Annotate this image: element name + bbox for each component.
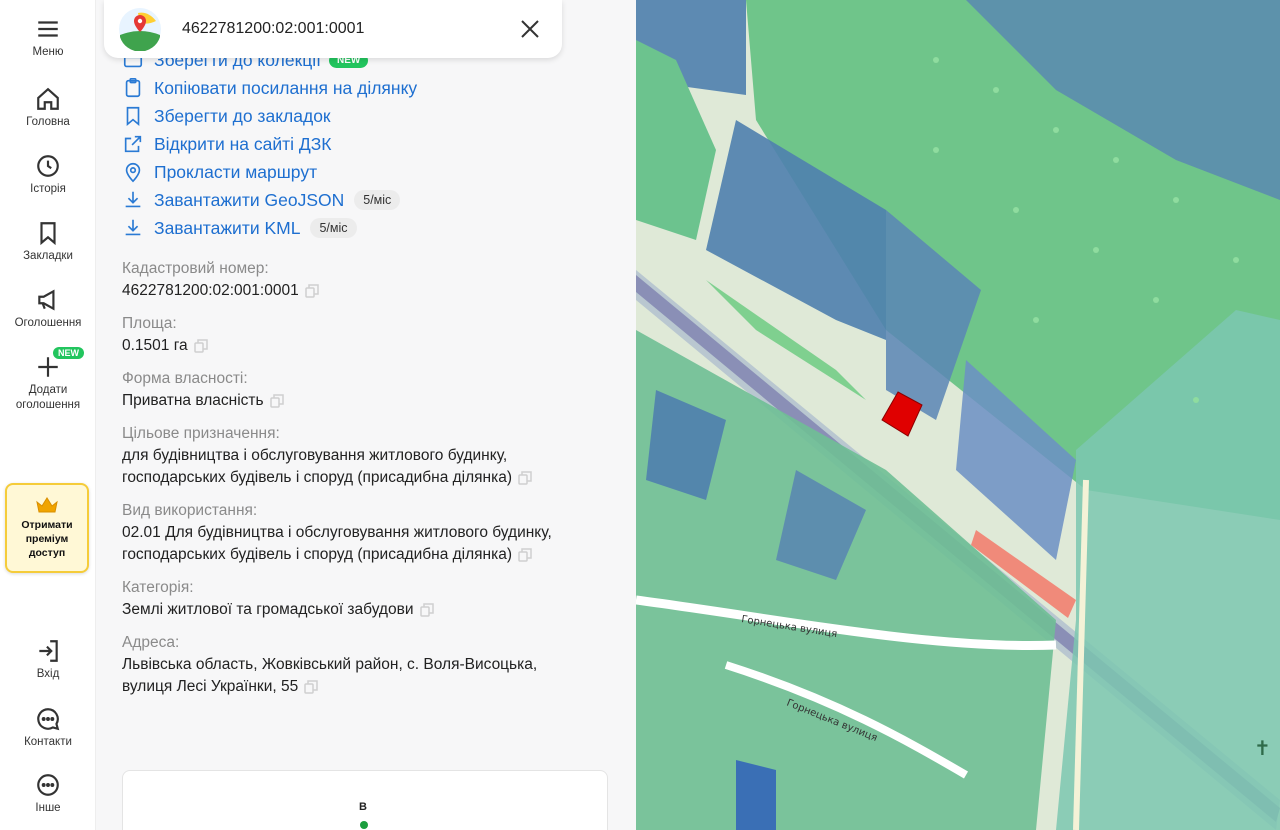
- purpose-label: Цільове призначення:: [122, 425, 280, 442]
- cadastral-map[interactable]: ✝ Горнецька вулиця Горнецька вулиця: [636, 0, 1280, 830]
- address-value-line2: вулиця Лесі Українки, 55: [122, 678, 299, 695]
- crown-icon: [36, 497, 58, 513]
- open-dzk-action[interactable]: Відкрити на сайті ДЗК: [122, 130, 417, 158]
- category-value: Землі житлової та громадської забудови: [122, 601, 414, 618]
- purpose-value-line2: господарських будівель і споруд (присади…: [122, 469, 513, 486]
- copy-icon[interactable]: [419, 603, 434, 617]
- bookmark-icon: [126, 106, 140, 127]
- login-button[interactable]: Вхід: [0, 638, 96, 682]
- copy-icon[interactable]: [518, 471, 532, 485]
- download-kml-action[interactable]: Завантажити KML 5/міс: [122, 214, 417, 242]
- cadastral-field: Кадастровий номер: 4622781200:02:001:000…: [122, 258, 622, 302]
- category-field: Категорія: Землі житлової та громадської…: [122, 577, 622, 621]
- parcel-blue-residential-3: [736, 760, 776, 830]
- map-canvas[interactable]: ✝ Горнецька вулиця Горнецька вулиця: [636, 0, 1280, 830]
- location-pin-icon: [125, 162, 141, 183]
- download-geojson-action[interactable]: Завантажити GeoJSON 5/міс: [122, 186, 417, 214]
- home-icon: [37, 87, 59, 110]
- other-label: Інше: [35, 802, 61, 814]
- login-label: Вхід: [36, 668, 60, 680]
- copy-icon[interactable]: [304, 680, 318, 694]
- other-button[interactable]: Інше: [0, 772, 96, 816]
- copy-link-action[interactable]: Копіювати посилання на ділянку: [122, 74, 417, 102]
- compass-label: В: [359, 801, 367, 813]
- hamburger-icon: [38, 21, 58, 37]
- bookmarks-button[interactable]: Закладки: [0, 220, 96, 264]
- copy-icon[interactable]: [193, 339, 208, 353]
- usage-field: Вид використання: 02.01 Для будівництва …: [122, 500, 622, 566]
- parcel-fields: Кадастровий номер: 4622781200:02:001:000…: [122, 258, 622, 709]
- ownership-label: Форма власності:: [122, 370, 248, 387]
- chat-icon: [37, 708, 60, 731]
- copy-icon[interactable]: [304, 284, 319, 298]
- copy-icon[interactable]: [518, 548, 532, 562]
- cadastral-value: 4622781200:02:001:0001: [122, 282, 299, 299]
- address-value-line1: Львівська область, Жовківський район, с.…: [122, 656, 538, 673]
- address-label: Адреса:: [122, 634, 180, 651]
- kml-limit-badge: 5/міс: [310, 218, 357, 238]
- menu-button[interactable]: Меню: [0, 16, 96, 60]
- more-icon: [37, 774, 59, 796]
- home-label: Головна: [26, 116, 70, 128]
- geojson-limit-badge: 5/міс: [354, 190, 401, 210]
- bookmark-icon: [40, 222, 56, 246]
- search-input[interactable]: 4622781200:02:001:0001: [182, 20, 518, 38]
- clipboard-icon: [125, 78, 141, 98]
- area-value: 0.1501 га: [122, 337, 188, 354]
- download-icon: [125, 191, 141, 208]
- area-field: Площа: 0.1501 га: [122, 313, 622, 357]
- bookmarks-label: Закладки: [23, 250, 73, 262]
- premium-label: Отримати преміум доступ: [21, 519, 73, 559]
- address-field: Адреса: Львівська область, Жовківський р…: [122, 632, 622, 698]
- contacts-label: Контакти: [24, 736, 72, 748]
- add-ad-label: Додати оголошення: [15, 384, 81, 411]
- history-label: Історія: [30, 183, 66, 195]
- category-label: Категорія:: [122, 579, 194, 596]
- home-button[interactable]: Головна: [0, 86, 96, 130]
- usage-value-line2: господарських будівель і споруд (присади…: [122, 546, 513, 563]
- external-link-icon: [124, 135, 142, 153]
- church-icon: ✝: [1254, 736, 1271, 760]
- history-button[interactable]: Історія: [0, 153, 96, 197]
- new-badge: NEW: [53, 347, 84, 359]
- download-icon: [125, 219, 141, 236]
- search-bar[interactable]: 4622781200:02:001:0001: [104, 0, 562, 58]
- route-action[interactable]: Прокласти маршрут: [122, 158, 417, 186]
- ads-button[interactable]: Оголошення: [0, 287, 96, 331]
- clock-icon: [37, 155, 59, 177]
- purpose-field: Цільове призначення: для будівництва і о…: [122, 423, 622, 489]
- cadastral-label: Кадастровий номер:: [122, 260, 269, 277]
- area-label: Площа:: [122, 315, 177, 332]
- left-rail: Меню Головна Історія Закладки Оголошення…: [0, 0, 96, 830]
- megaphone-icon: [38, 289, 55, 311]
- add-ad-button[interactable]: NEW Додати оголошення: [0, 347, 96, 413]
- ownership-value: Приватна власність: [122, 392, 264, 409]
- close-icon[interactable]: [518, 17, 542, 41]
- ads-label: Оголошення: [14, 317, 82, 329]
- mini-map-preview[interactable]: В: [122, 770, 608, 830]
- action-list: Зберегти до колекції NEW Копіювати посил…: [122, 46, 417, 242]
- parcel-info-panel: Зберегти до колекції NEW Копіювати посил…: [96, 0, 636, 830]
- purpose-value-line1: для будівництва і обслуговування житлово…: [122, 447, 508, 464]
- compass-marker-icon: [360, 821, 368, 829]
- copy-icon[interactable]: [269, 394, 284, 408]
- menu-label: Меню: [32, 46, 64, 58]
- contacts-button[interactable]: Контакти: [0, 706, 96, 750]
- map-logo-icon: [119, 8, 161, 51]
- login-icon: [39, 640, 58, 662]
- save-bookmark-action[interactable]: Зберегти до закладок: [122, 102, 417, 130]
- premium-button[interactable]: Отримати преміум доступ: [5, 483, 89, 573]
- ownership-field: Форма власності: Приватна власність: [122, 368, 622, 412]
- usage-value-line1: 02.01 Для будівництва і обслуговування ж…: [122, 524, 552, 541]
- usage-label: Вид використання:: [122, 502, 258, 519]
